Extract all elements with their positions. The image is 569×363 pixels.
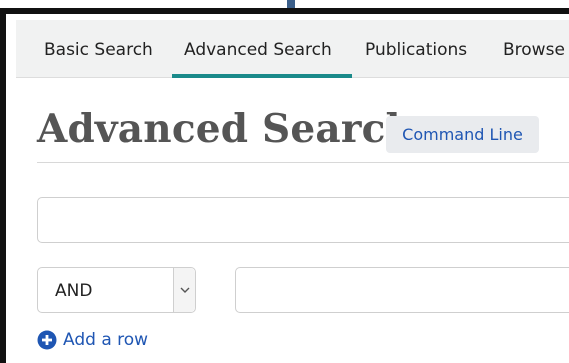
nav-tab-advanced-search[interactable]: Advanced Search bbox=[184, 20, 332, 78]
nav-tab-basic-search[interactable]: Basic Search bbox=[44, 20, 153, 78]
command-line-button[interactable]: Command Line bbox=[386, 116, 539, 153]
boolean-operator-value: AND bbox=[55, 281, 93, 301]
search-query-input-row-1[interactable] bbox=[37, 197, 569, 243]
boolean-operator-select[interactable]: AND bbox=[37, 267, 196, 313]
search-query-input-row-2[interactable] bbox=[235, 267, 569, 313]
page-title: Advanced Search bbox=[37, 106, 415, 152]
chevron-down-icon bbox=[180, 287, 189, 293]
add-row-link[interactable]: Add a row bbox=[37, 329, 148, 351]
title-divider bbox=[37, 162, 569, 163]
page-content: Basic Search Advanced Search Publication… bbox=[16, 20, 569, 363]
plus-circle-icon bbox=[37, 330, 57, 350]
screenshot-frame: Basic Search Advanced Search Publication… bbox=[0, 8, 569, 363]
nav-tab-browse[interactable]: Browse bbox=[503, 20, 565, 78]
select-arrow[interactable] bbox=[173, 268, 195, 312]
add-row-label: Add a row bbox=[63, 330, 149, 350]
active-tab-indicator bbox=[172, 74, 352, 78]
top-navigation: Basic Search Advanced Search Publication… bbox=[16, 20, 569, 78]
nav-tab-publications[interactable]: Publications bbox=[365, 20, 467, 78]
